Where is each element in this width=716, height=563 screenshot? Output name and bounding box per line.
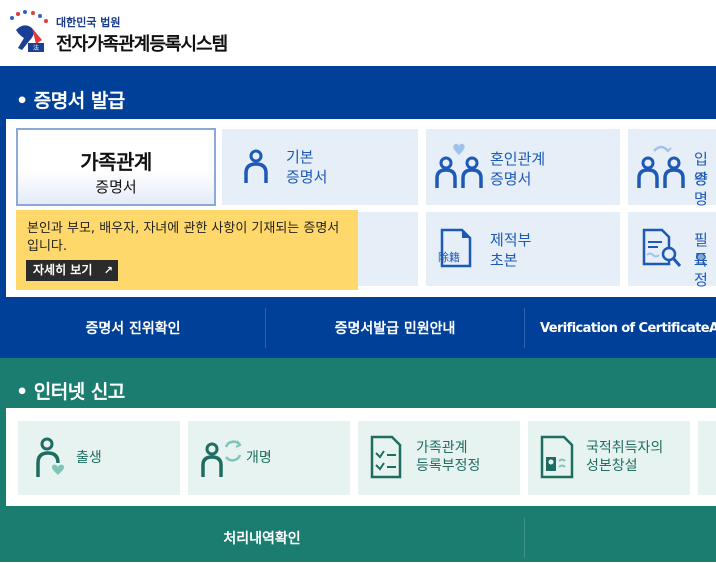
certificate-section-title: • 증명서 발급 [16,90,125,112]
card-basic-line1: 기본 [286,148,314,166]
register-icon-text: 除籍 [438,251,460,264]
card-registry-correction-line1: 가족관계 [416,440,468,456]
org-name: 대한민국 법원 [56,16,121,29]
nav-verification-english[interactable]: Verification of CertificateAuthenticity [524,298,716,358]
card-family-relation-line1: 가족관계 [80,150,152,174]
nav-divider [524,518,525,558]
court-logo-icon[interactable]: 法 [6,10,52,56]
card-registry-correction[interactable]: 가족관계 등록부정정 [358,421,520,495]
card-rename-label: 개명 [246,450,272,466]
card-report-more[interactable] [698,421,716,495]
birth-icon [36,437,65,477]
system-title[interactable]: 전자가족관계등록시스템 [56,30,228,56]
card-removed-register-extract[interactable]: 除籍 제적부 초본 [426,212,620,286]
card-specific-line2: 특정 [694,251,708,289]
search-document-icon [642,228,682,267]
card-rename-report[interactable]: 개명 [188,421,350,495]
tooltip-description: 본인과 부모, 배우자, 자녀에 관한 사항이 기재되는 증명서입니다. [27,221,340,254]
card-birth-label: 출생 [76,450,102,466]
correction-document-icon [370,435,402,479]
card-birth-report[interactable]: 출생 [18,421,180,495]
card-specific-certificate[interactable]: 필요 특정 [628,212,716,289]
nav-certificate-verification[interactable]: 증명서 진위확인 [0,298,266,358]
card-removed-register-line1: 제적부 [490,231,532,249]
card-basic-line2: 증명서 [286,168,328,186]
external-link-icon: ↗ [103,264,113,277]
person-icon [244,149,268,183]
card-marriage-line2: 증명서 [490,170,532,188]
site-header: 法 대한민국 법원 전자가족관계등록시스템 [0,0,716,66]
report-section-title: • 인터넷 신고 [16,381,125,403]
card-adoption-line2: 증명 [694,170,708,208]
card-marriage-line1: 혼인관계 [490,150,546,168]
card-marriage-certificate[interactable]: 혼인관계 증명서 [426,129,620,205]
rename-icon [201,440,242,477]
adoption-icon [637,145,685,188]
nav-issuance-guide[interactable]: 증명서발급 민원안내 [266,298,524,358]
card-family-relation-certificate[interactable]: 가족관계 증명서 [16,128,216,206]
card-naturalization-line2: 성본창설 [586,458,638,474]
nav-divider [524,308,525,348]
more-details-label: 자세히 보기 [33,263,93,277]
card-registry-correction-line2: 등록부정정 [416,458,481,474]
card-naturalization-line1: 국적취득자의 [586,440,664,456]
card-adoption-certificate[interactable]: 입양 증명 [628,129,716,208]
card-removed-register-line2: 초본 [490,251,518,269]
certificate-tooltip: 본인과 부모, 배우자, 자녀에 관한 사항이 기재되는 증명서입니다. 자세히… [16,210,358,290]
more-details-button[interactable]: 자세히 보기 ↗ [26,260,118,281]
couple-heart-icon [435,143,483,188]
certificate-nav: 증명서 진위확인 증명서발급 민원안내 Verification of Cert… [0,298,716,358]
card-family-relation-line2: 증명서 [95,178,137,196]
card-naturalization-surname[interactable]: 국적취득자의 성본창설 [528,421,690,495]
nav-processing-history[interactable]: 처리내역확인 [0,515,524,562]
nav-divider [265,308,266,348]
card-basic-certificate[interactable]: 기본 증명서 [222,129,418,205]
id-card-icon [540,435,574,479]
svg-text:法: 法 [33,44,39,52]
